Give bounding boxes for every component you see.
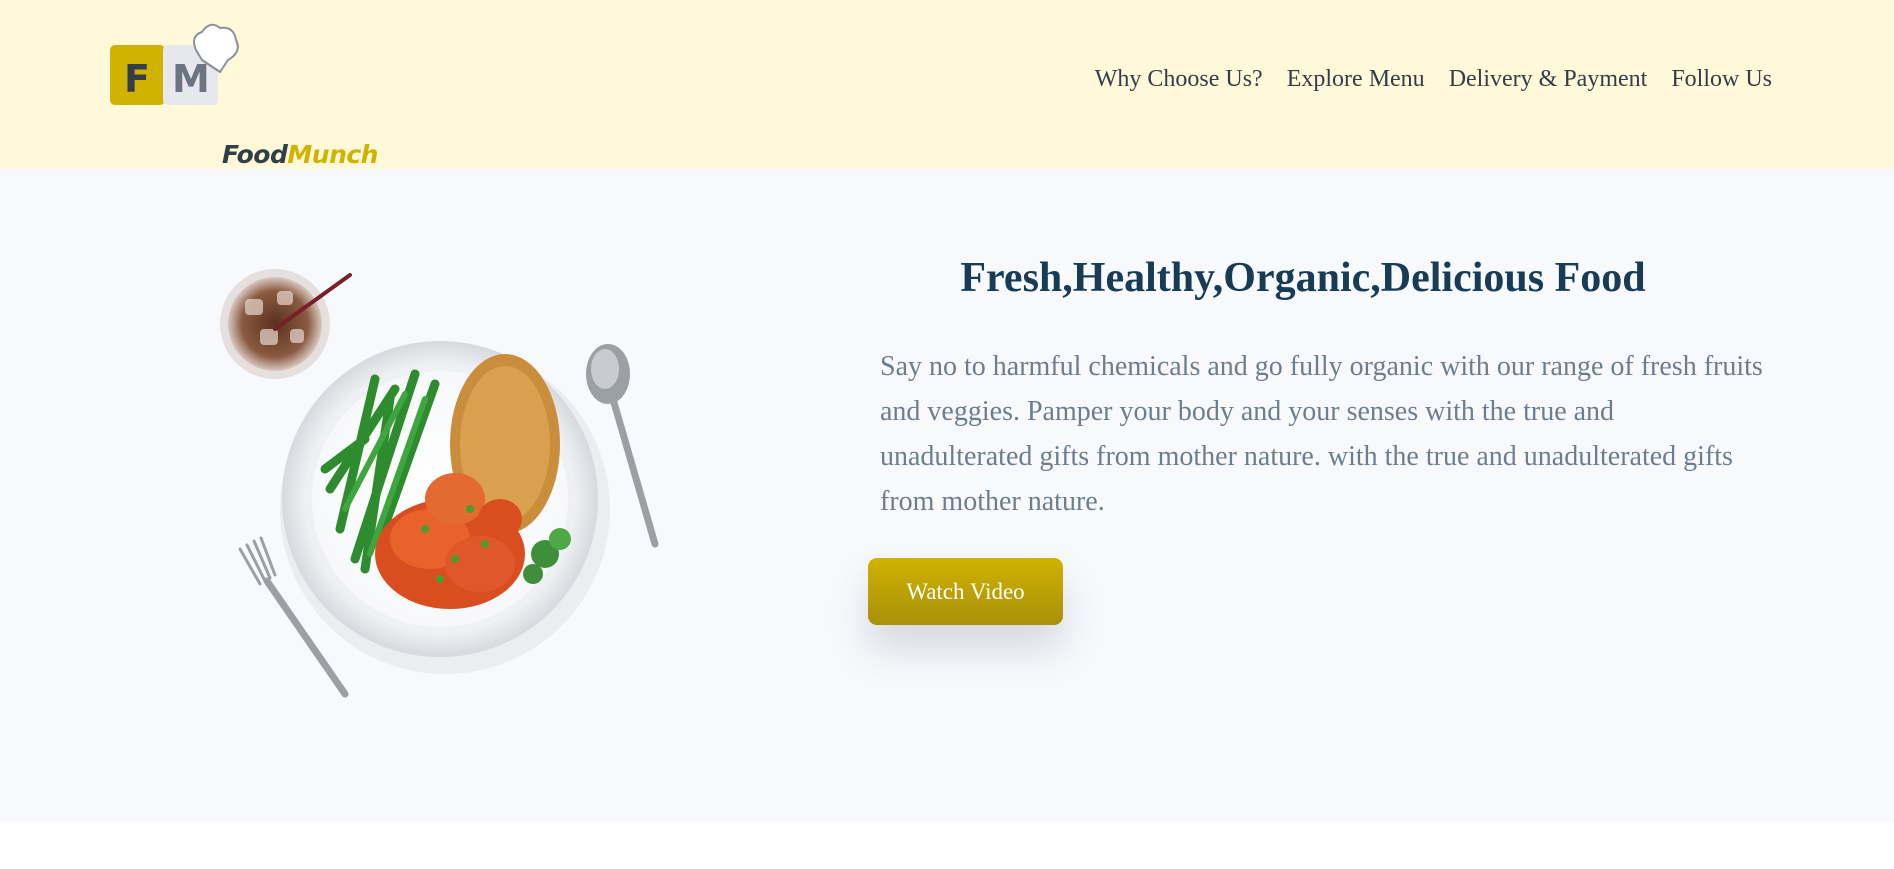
banner-description: Say no to harmful chemicals and go fully…	[880, 351, 1763, 517]
foodmunch-logo-icon: F M	[110, 23, 239, 105]
banner-heading: Fresh,Healthy,Organic,Delicious Food	[960, 255, 1646, 301]
svg-text:F: F	[124, 57, 150, 101]
brand-part-food: Food	[222, 140, 288, 169]
brand-name: FoodMunch	[222, 140, 378, 169]
banner-section: Fresh,Healthy,Organic,Delicious Food Say…	[0, 169, 1894, 821]
brand-part-munch: Munch	[287, 140, 378, 169]
svg-text:M: M	[172, 57, 210, 101]
nav-link-explore-menu[interactable]: Explore Menu	[1287, 66, 1425, 93]
watch-video-button[interactable]: Watch Video	[868, 558, 1063, 625]
navbar: F M FoodMunch Why Choose Us? Explore Men…	[0, 0, 1894, 169]
nav-links: Why Choose Us? Explore Menu Delivery & P…	[1095, 66, 1772, 93]
nav-link-why-choose-us[interactable]: Why Choose Us?	[1095, 66, 1263, 93]
logo[interactable]: F M FoodMunch	[110, 20, 378, 169]
nav-link-follow-us[interactable]: Follow Us	[1671, 66, 1772, 93]
nav-link-delivery-payment[interactable]: Delivery & Payment	[1449, 66, 1648, 93]
food-plate-image	[215, 269, 675, 709]
